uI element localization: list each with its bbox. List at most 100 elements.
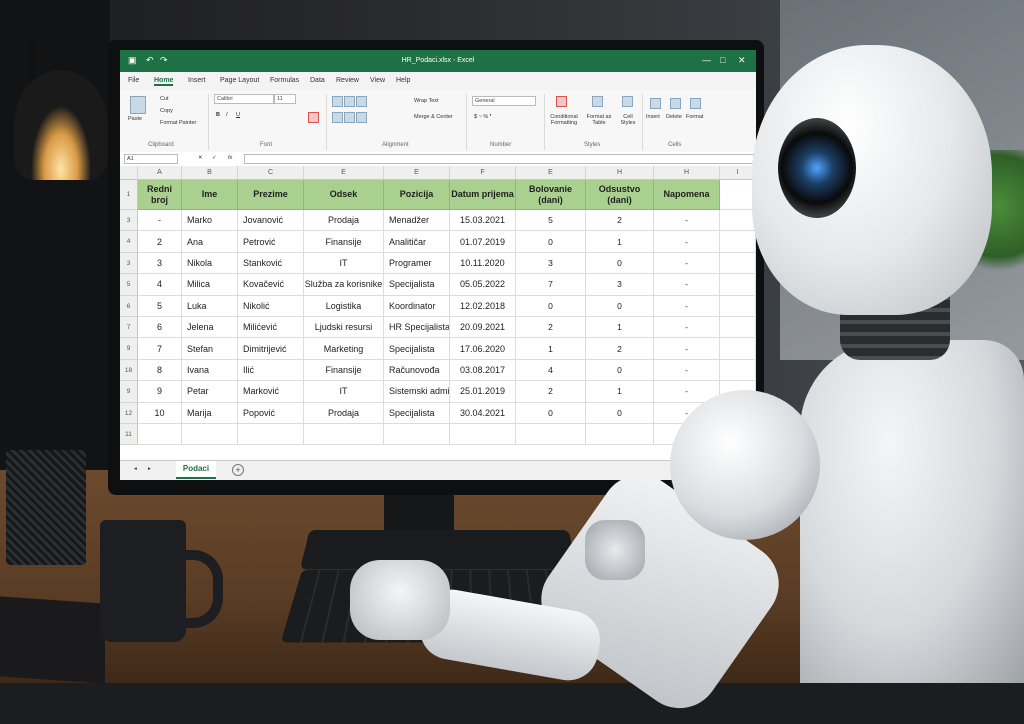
cell-styles-button[interactable]: Cell Styles	[616, 114, 640, 126]
table-cell[interactable]: 3	[516, 252, 586, 275]
empty-cell[interactable]	[720, 338, 756, 360]
paste-icon[interactable]	[130, 96, 146, 114]
maximize-button[interactable]: □	[720, 55, 725, 65]
delete-cells-icon[interactable]	[670, 98, 681, 109]
table-cell[interactable]: Sistemski admin	[384, 381, 450, 403]
table-cell[interactable]: Milićević	[238, 317, 304, 339]
row-header[interactable]: 9	[120, 381, 138, 403]
table-cell[interactable]: -	[654, 231, 720, 253]
table-cell[interactable]: Prodaja	[304, 210, 384, 232]
empty-cell[interactable]	[516, 424, 586, 446]
currency-button[interactable]: $ ~ % ❜	[474, 114, 492, 120]
row-header[interactable]: 3	[120, 252, 138, 275]
table-cell[interactable]: Petar	[182, 381, 238, 403]
merge-center-button[interactable]: Merge & Center	[414, 114, 453, 120]
tab-file[interactable]: File	[128, 77, 139, 84]
row-header[interactable]: 11	[120, 424, 138, 446]
table-cell[interactable]: Marija	[182, 402, 238, 424]
table-cell[interactable]: 3	[586, 274, 654, 296]
table-cell[interactable]: -	[654, 338, 720, 360]
table-cell[interactable]: 1	[586, 317, 654, 339]
table-cell[interactable]: 5	[516, 210, 586, 232]
empty-cell[interactable]	[720, 210, 756, 232]
table-cell[interactable]: Prodaja	[304, 402, 384, 424]
wrap-text-button[interactable]: Wrap Text	[414, 98, 439, 104]
table-cell[interactable]: 17.06.2020	[450, 338, 516, 360]
table-cell[interactable]: 2	[586, 338, 654, 360]
table-cell[interactable]: Ljudski resursi	[304, 317, 384, 339]
table-cell[interactable]: Finansije	[304, 359, 384, 382]
copy-button[interactable]: Copy	[160, 108, 173, 114]
table-cell[interactable]: -	[654, 359, 720, 382]
cell-styles-icon[interactable]	[622, 96, 633, 107]
tab-help[interactable]: Help	[396, 77, 410, 84]
row-header[interactable]: 9	[120, 338, 138, 360]
table-cell[interactable]: 0	[586, 252, 654, 275]
table-cell[interactable]: 01.07.2019	[450, 231, 516, 253]
column-header[interactable]: E	[384, 166, 450, 180]
empty-cell[interactable]	[384, 424, 450, 446]
table-cell[interactable]: -	[654, 317, 720, 339]
table-cell[interactable]: Nikola	[182, 252, 238, 275]
table-cell[interactable]: 10	[138, 402, 182, 424]
close-button[interactable]: ✕	[738, 55, 746, 66]
table-header-cell[interactable]: Odsustvo (dani)	[586, 180, 654, 210]
table-cell[interactable]: -	[654, 210, 720, 232]
tab-view[interactable]: View	[370, 77, 385, 84]
table-cell[interactable]: 25.01.2019	[450, 381, 516, 403]
table-cell[interactable]: 0	[586, 359, 654, 382]
table-cell[interactable]: Marko	[182, 210, 238, 232]
table-cell[interactable]: 0	[516, 295, 586, 317]
table-cell[interactable]: 6	[138, 317, 182, 339]
table-cell[interactable]: Stefan	[182, 338, 238, 360]
column-header[interactable]: A	[138, 166, 182, 180]
cancel-icon[interactable]: ✕	[198, 155, 203, 161]
table-header-cell[interactable]: Odsek	[304, 180, 384, 210]
table-header-cell[interactable]: Datum prijema	[450, 180, 516, 210]
table-cell[interactable]: 4	[516, 359, 586, 382]
column-header[interactable]: E	[304, 166, 384, 180]
table-cell[interactable]: Marković	[238, 381, 304, 403]
tab-page-layout[interactable]: Page Layout	[220, 77, 259, 84]
column-header[interactable]: C	[238, 166, 304, 180]
font-color-icon[interactable]	[308, 112, 319, 123]
empty-cell[interactable]	[720, 180, 756, 210]
table-cell[interactable]: -	[654, 252, 720, 275]
table-cell[interactable]: 2	[516, 317, 586, 339]
empty-cell[interactable]	[138, 424, 182, 446]
format-cells-button[interactable]: Format	[686, 114, 703, 120]
table-cell[interactable]: IT	[304, 381, 384, 403]
empty-cell[interactable]	[720, 252, 756, 275]
table-cell[interactable]: Petrović	[238, 231, 304, 253]
table-cell[interactable]: Finansije	[304, 231, 384, 253]
table-cell[interactable]: Milica	[182, 274, 238, 296]
table-cell[interactable]: 1	[516, 338, 586, 360]
insert-cells-button[interactable]: Insert	[646, 114, 660, 120]
tab-data[interactable]: Data	[310, 77, 325, 84]
table-cell[interactable]: Ana	[182, 231, 238, 253]
scroll-right-icon[interactable]: ▸	[148, 466, 151, 472]
row-header[interactable]: 3	[120, 210, 138, 232]
table-cell[interactable]: Služba za korisnike	[304, 274, 384, 296]
table-cell[interactable]: 0	[516, 402, 586, 424]
column-header[interactable]: B	[182, 166, 238, 180]
table-cell[interactable]: Nikolić	[238, 295, 304, 317]
table-header-cell[interactable]: Redni broj	[138, 180, 182, 210]
tab-review[interactable]: Review	[336, 77, 359, 84]
empty-cell[interactable]	[720, 317, 756, 339]
table-cell[interactable]: Stanković	[238, 252, 304, 275]
table-cell[interactable]: -	[654, 274, 720, 296]
format-cells-icon[interactable]	[690, 98, 701, 109]
empty-cell[interactable]	[304, 424, 384, 446]
row-header[interactable]: 7	[120, 317, 138, 339]
align-middle-icon[interactable]	[344, 96, 355, 107]
table-cell[interactable]: 4	[138, 274, 182, 296]
empty-cell[interactable]	[238, 424, 304, 446]
align-right-icon[interactable]	[356, 112, 367, 123]
table-cell[interactable]: 0	[586, 295, 654, 317]
table-cell[interactable]: 20.09.2021	[450, 317, 516, 339]
align-bottom-icon[interactable]	[356, 96, 367, 107]
table-cell[interactable]: Specijalista	[384, 402, 450, 424]
table-cell[interactable]: 5	[138, 295, 182, 317]
add-sheet-button[interactable]: +	[232, 464, 244, 476]
